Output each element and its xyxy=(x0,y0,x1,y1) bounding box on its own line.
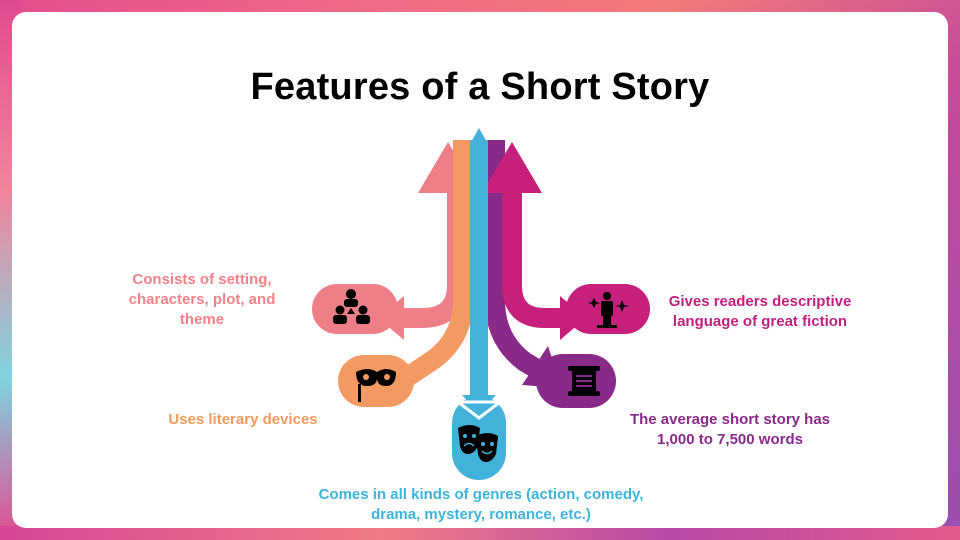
label-literary-devices: Uses literary devices xyxy=(168,411,318,428)
label-genres: Comes in all kinds of genres (action, co… xyxy=(318,486,644,523)
arrow-descriptive-language xyxy=(482,142,650,340)
label-characters: Consists of setting, characters, plot, a… xyxy=(128,271,276,328)
label-word-count: The average short story has 1,000 to 7,5… xyxy=(629,411,831,448)
label-descriptive-language: Gives readers descriptive language of gr… xyxy=(668,293,852,330)
scroll-icon xyxy=(568,366,600,396)
